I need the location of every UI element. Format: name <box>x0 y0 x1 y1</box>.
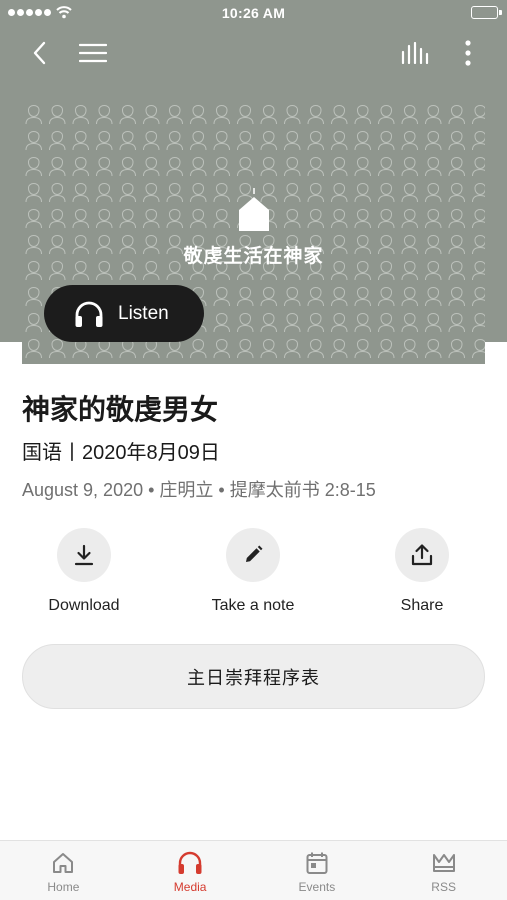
share-label: Share <box>400 597 444 614</box>
headphones-icon <box>178 851 202 874</box>
audio-levels-button[interactable] <box>398 36 432 70</box>
share-icon <box>411 544 433 566</box>
more-vertical-icon <box>465 40 471 66</box>
share-circle <box>395 528 449 582</box>
sermon-meta: August 9, 2020 • 庄明立 • 提摩太前书 2:8-15 <box>22 480 376 500</box>
tab-media[interactable]: Media <box>127 841 254 900</box>
listen-button[interactable]: Listen <box>44 285 204 342</box>
house-icon <box>238 188 269 231</box>
chevron-left-icon <box>33 41 46 65</box>
status-time: 10:26 AM <box>221 5 286 21</box>
artwork-title: 敬虔生活在神家 <box>183 246 324 267</box>
pencil-icon <box>246 545 263 562</box>
download-icon <box>74 544 94 566</box>
battery-icon <box>471 6 502 19</box>
sermon-subtitle: 国语丨2020年8月09日 <box>22 442 220 464</box>
crown-icon <box>432 854 455 872</box>
tab-rss[interactable]: RSS <box>380 841 507 900</box>
home-icon <box>53 853 74 873</box>
service-order-button[interactable]: 主日崇拜程序表 <box>22 644 485 709</box>
more-options-button[interactable] <box>451 36 485 70</box>
take-note-circle <box>226 528 280 582</box>
sermon-title: 神家的敬虔男女 <box>22 394 219 425</box>
take-note-label: Take a note <box>211 597 295 614</box>
headphones-icon <box>75 301 103 327</box>
top-navigation <box>0 30 507 74</box>
download-circle <box>57 528 111 582</box>
tab-events-label: Events <box>298 880 336 894</box>
tab-media-label: Media <box>173 880 207 894</box>
calendar-icon <box>306 852 328 874</box>
tab-rss-label: RSS <box>431 880 456 894</box>
listen-button-label: Listen <box>118 302 169 324</box>
tab-home[interactable]: Home <box>0 841 127 900</box>
hamburger-menu-icon <box>79 43 107 63</box>
share-button[interactable]: Share <box>342 528 502 615</box>
status-bar: 10:26 AM <box>0 0 507 26</box>
artwork-center: 敬虔生活在神家 <box>22 188 485 268</box>
take-note-button[interactable]: Take a note <box>173 528 333 615</box>
audio-levels-icon <box>401 42 429 64</box>
service-order-label: 主日崇拜程序表 <box>187 667 320 688</box>
back-button[interactable] <box>22 36 56 70</box>
download-label: Download <box>48 597 120 614</box>
bottom-tab-bar: Home Media Events RSS <box>0 840 507 900</box>
download-button[interactable]: Download <box>4 528 164 615</box>
menu-button[interactable] <box>76 36 110 70</box>
tab-events[interactable]: Events <box>254 841 381 900</box>
tab-home-label: Home <box>47 880 80 894</box>
action-row: Download Take a note Share <box>0 528 507 628</box>
